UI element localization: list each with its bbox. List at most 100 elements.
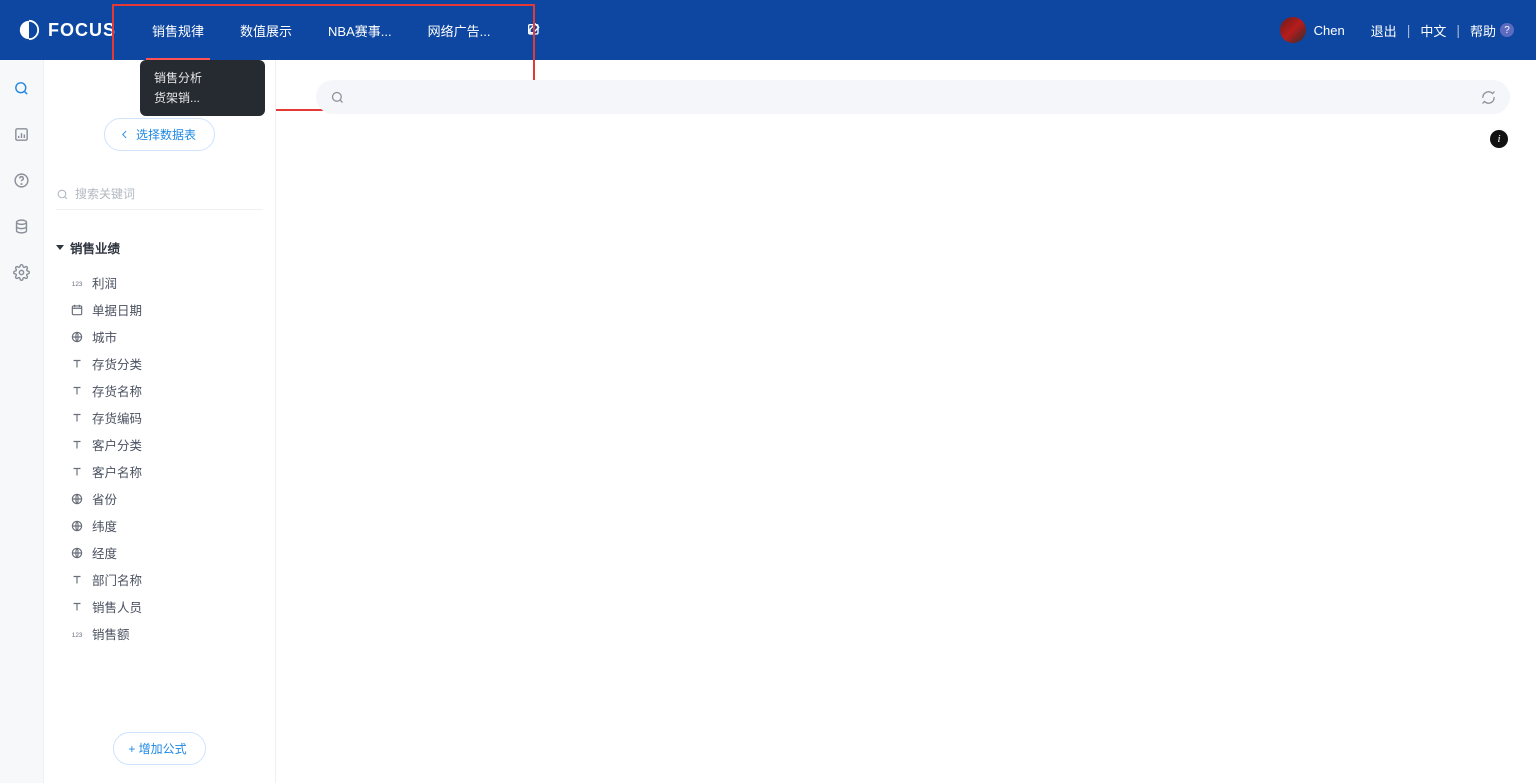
field-label: 城市 <box>92 327 117 346</box>
rail-settings[interactable] <box>12 262 32 282</box>
tab-value-display[interactable]: 数值展示 <box>222 0 310 60</box>
tab-tooltip: 销售分析 货架销... <box>140 60 265 116</box>
field-item[interactable]: 存货名称 <box>50 377 269 404</box>
search-icon <box>330 90 345 105</box>
language-link[interactable]: 中文 <box>1410 21 1456 40</box>
select-table-label: 选择数据表 <box>136 126 196 143</box>
field-item[interactable]: 存货编码 <box>50 404 269 431</box>
tab-nba-events[interactable]: NBA赛事... <box>310 0 410 60</box>
refresh-button[interactable] <box>1481 90 1496 105</box>
gear-icon <box>13 264 30 281</box>
header-right: Chen 退出 | 中文 | 帮助 ? <box>1280 17 1536 43</box>
text-type-icon <box>70 465 84 479</box>
rail-data[interactable] <box>12 216 32 236</box>
geo-type-icon <box>70 546 84 560</box>
text-type-icon <box>70 438 84 452</box>
rail-help[interactable] <box>12 170 32 190</box>
field-item[interactable]: 销售人员 <box>50 593 269 620</box>
tree-group-title: 销售业绩 <box>70 238 120 257</box>
field-label: 部门名称 <box>92 570 142 589</box>
field-label: 经度 <box>92 543 117 562</box>
tab-sales-rule[interactable]: 销售规律 <box>134 0 222 60</box>
field-item[interactable]: 123 销售额 <box>50 620 269 647</box>
text-type-icon <box>70 411 84 425</box>
tree-group[interactable]: 销售业绩 <box>50 234 269 261</box>
main-search-bar[interactable] <box>316 80 1510 114</box>
field-label: 存货名称 <box>92 381 142 400</box>
field-label: 利润 <box>92 273 117 292</box>
info-icon: i <box>1497 133 1500 145</box>
body: 选择数据表 销售业绩 123 利润单据日期城市存货分类存货名称存货编码客户分类客户… <box>0 60 1536 783</box>
info-button[interactable]: i <box>1490 130 1508 148</box>
text-type-icon <box>70 600 84 614</box>
logout-link[interactable]: 退出 <box>1361 21 1407 40</box>
field-list: 123 利润单据日期城市存货分类存货名称存货编码客户分类客户名称省份纬度经度部门名… <box>50 269 269 647</box>
svg-text:123: 123 <box>72 280 83 287</box>
num-type-icon: 123 <box>70 276 84 290</box>
help-label: 帮助 <box>1470 21 1496 40</box>
geo-type-icon <box>70 519 84 533</box>
top-header: FOCUS 销售规律 数值展示 NBA赛事... 网络广告... 销售分析 货架… <box>0 0 1536 60</box>
field-label: 单据日期 <box>92 300 142 319</box>
side-panel: 选择数据表 销售业绩 123 利润单据日期城市存货分类存货名称存货编码客户分类客户… <box>44 60 276 783</box>
tab-label: 网络广告... <box>428 21 491 40</box>
side-bottom: + 增加公式 <box>44 717 275 783</box>
left-rail <box>0 60 44 783</box>
top-tabs: 销售规律 数值展示 NBA赛事... 网络广告... <box>134 0 560 60</box>
field-item[interactable]: 存货分类 <box>50 350 269 377</box>
text-type-icon <box>70 357 84 371</box>
search-icon <box>56 188 69 201</box>
field-item[interactable]: 客户分类 <box>50 431 269 458</box>
keyword-search[interactable] <box>56 187 263 210</box>
tooltip-item[interactable]: 销售分析 <box>154 68 251 88</box>
field-tree: 销售业绩 123 利润单据日期城市存货分类存货名称存货编码客户分类客户名称省份纬度… <box>44 234 275 717</box>
date-type-icon <box>70 303 84 317</box>
field-item[interactable]: 省份 <box>50 485 269 512</box>
brand-text: FOCUS <box>48 20 116 41</box>
tab-label: 销售规律 <box>152 21 204 40</box>
field-label: 客户分类 <box>92 435 142 454</box>
main-search-input[interactable] <box>355 90 1471 105</box>
avatar[interactable] <box>1280 17 1306 43</box>
brand-logo[interactable]: FOCUS <box>0 19 134 41</box>
geo-type-icon <box>70 492 84 506</box>
field-item[interactable]: 单据日期 <box>50 296 269 323</box>
question-icon: ? <box>1500 23 1514 37</box>
add-formula-button[interactable]: + 增加公式 <box>113 732 205 765</box>
field-label: 存货分类 <box>92 354 142 373</box>
search-icon <box>13 80 30 97</box>
keyword-input[interactable] <box>75 187 263 201</box>
tab-label: 数值展示 <box>240 21 292 40</box>
help-link[interactable]: 帮助 ? <box>1460 21 1524 40</box>
rail-dashboard[interactable] <box>12 124 32 144</box>
brand-icon <box>18 19 40 41</box>
field-label: 客户名称 <box>92 462 142 481</box>
tab-web-ads[interactable]: 网络广告... <box>410 0 509 60</box>
rail-search[interactable] <box>12 78 32 98</box>
caret-down-icon <box>56 245 64 250</box>
select-table-button[interactable]: 选择数据表 <box>104 118 215 151</box>
field-item[interactable]: 部门名称 <box>50 566 269 593</box>
refresh-icon <box>1481 90 1496 105</box>
edit-icon <box>526 22 542 38</box>
database-icon <box>13 218 30 235</box>
num-type-icon: 123 <box>70 627 84 641</box>
field-item[interactable]: 城市 <box>50 323 269 350</box>
field-item[interactable]: 经度 <box>50 539 269 566</box>
main-area: i <box>276 60 1536 783</box>
tooltip-item[interactable]: 货架销... <box>154 88 251 108</box>
field-label: 省份 <box>92 489 117 508</box>
field-label: 销售额 <box>92 624 130 643</box>
new-tab-button[interactable] <box>508 0 560 60</box>
separator: | <box>1456 22 1460 38</box>
field-item[interactable]: 123 利润 <box>50 269 269 296</box>
text-type-icon <box>70 384 84 398</box>
field-label: 存货编码 <box>92 408 142 427</box>
text-type-icon <box>70 573 84 587</box>
chevron-left-icon <box>119 129 130 140</box>
separator: | <box>1407 22 1411 38</box>
field-item[interactable]: 纬度 <box>50 512 269 539</box>
dashboard-icon <box>13 126 30 143</box>
user-name[interactable]: Chen <box>1314 23 1345 38</box>
field-item[interactable]: 客户名称 <box>50 458 269 485</box>
